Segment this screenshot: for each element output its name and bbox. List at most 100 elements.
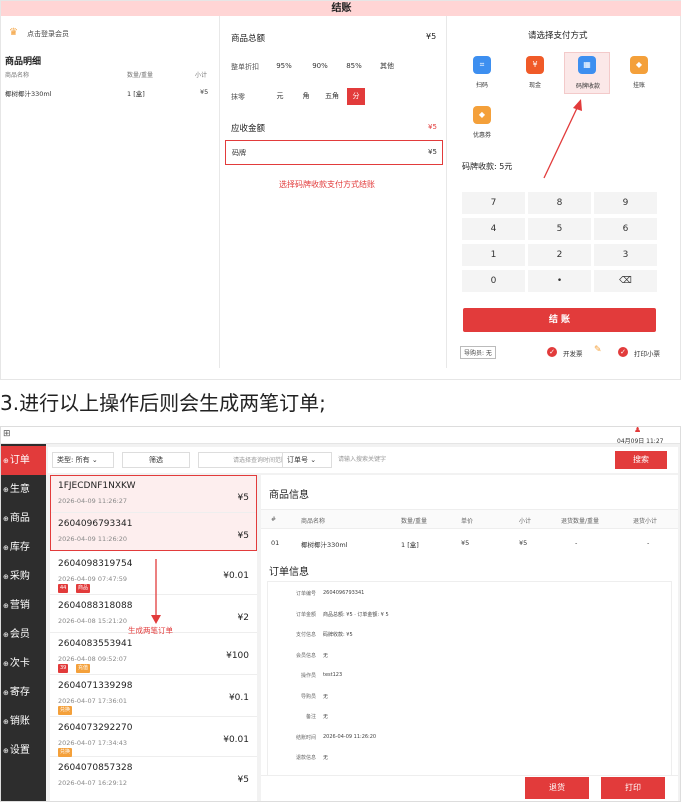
order-amount: ¥100 [226, 651, 249, 661]
discount-85[interactable]: 85% [341, 58, 367, 75]
pay-method-coupon[interactable]: ◆ 优惠券 [462, 104, 502, 144]
order-date: 2026-04-08 09:52:07 [58, 655, 128, 663]
order-list-item[interactable]: 2604096793341 2026-04-09 11:26:20 ¥5 [50, 513, 257, 551]
pay-method-qr-board[interactable]: ▦ 码牌收款 [564, 52, 610, 94]
order-list-item[interactable]: 1FJECDNF1NXKW 2026-04-09 11:26:27 ¥5 [50, 475, 257, 513]
keypad-key[interactable]: • [528, 270, 591, 292]
discount-other[interactable]: 其他 [374, 58, 400, 75]
order-amount: ¥2 [237, 613, 249, 623]
amount-panel: 商品总额 ¥5 整单折扣 95% 90% 85% 其他 抹零 元 角 五角 分 … [221, 16, 447, 368]
order-number: 2604070857328 [58, 763, 133, 773]
sidebar-item[interactable]: ⊕销账 [1, 707, 46, 736]
notification-icon[interactable]: ♟ [634, 427, 641, 434]
invoice-check-icon[interactable]: ✓ [547, 347, 557, 357]
type-filter-label: 类型: 所有 [57, 456, 90, 464]
sidebar-item[interactable]: ⊕订单 [1, 446, 46, 475]
sidebar-item-label: 会员 [9, 629, 30, 640]
step-caption: 3.进行以上操作后则会生成两笔订单; [0, 391, 326, 415]
sidebar-item[interactable]: ⊕次卡 [1, 649, 46, 678]
rounding-fen[interactable]: 分 [347, 88, 365, 105]
sidebar-item-label: 商品 [9, 513, 30, 524]
order-tag: 充值 [76, 664, 91, 673]
chevron-down-icon: ⌄ [91, 456, 98, 464]
sidebar-item-label: 次卡 [9, 658, 30, 669]
keypad-key[interactable]: 3 [594, 244, 657, 266]
pay-amount-text: 码牌收款: 5元 [462, 162, 513, 171]
goods-detail-panel: ♛ 点击登录会员 商品明细 商品名称 数量/重量 小计 椰树椰汁330ml 1 … [1, 16, 220, 368]
order-list-item[interactable]: 2604073292270 2026-04-07 17:34:43 ¥0.01 兑换 [50, 717, 257, 757]
sidebar-item-label: 采购 [9, 571, 30, 582]
order-info-box: 订单编号 2604096793341 订单金额 商品总额: ¥5 · 订单金额: ¥ … [267, 581, 672, 801]
order-detail-panel: 商品信息 # 商品名称 数量/重量 单价 小计 退货数量/重量 退货小计 01 椰树椰汁330m… [261, 475, 678, 801]
order-list-item[interactable]: 2604071339298 2026-04-07 17:36:01 ¥0.1 兑换 [50, 675, 257, 717]
sidebar-item-label: 生意 [9, 484, 30, 495]
print-check-icon[interactable]: ✓ [618, 347, 628, 357]
sidebar-item-label: 订单 [9, 455, 30, 466]
rounding-wujiao[interactable]: 五角 [321, 88, 343, 105]
refund-button[interactable]: 退货 [525, 777, 589, 799]
total-value: ¥5 [426, 32, 437, 41]
order-amount: ¥0.01 [223, 571, 249, 581]
order-list-item[interactable]: 2604083553941 2026-04-08 09:52:07 ¥100 39 充值 [50, 633, 257, 675]
orders-window: ⊞ ♟ 04月09日 11:27 ⊕订单 ⊕生意 ⊕商品 ⊕库存 ⊕采购 ⊕营销 ⊕会员 ⊕次… [0, 426, 681, 802]
order-list-item[interactable]: 2604070857328 2026-04-07 16:29:12 ¥5 [50, 757, 257, 801]
sidebar-item[interactable]: ⊕生意 [1, 475, 46, 504]
sidebar-item[interactable]: ⊕会员 [1, 620, 46, 649]
sidebar-item[interactable]: ⊕设置 [1, 736, 46, 765]
sidebar-item[interactable]: ⊕采购 [1, 562, 46, 591]
keypad-key[interactable]: 1 [462, 244, 525, 266]
filter-button[interactable]: 筛选 [122, 452, 190, 468]
window-topbar: ⊞ ♟ 04月09日 11:27 [1, 427, 680, 445]
goods-cell: - [647, 539, 650, 547]
rounding-yuan[interactable]: 元 [271, 88, 289, 105]
checkout-button[interactable]: 结 账 [463, 308, 656, 332]
order-date: 2026-04-08 15:21:20 [58, 617, 128, 625]
pay-method-cash[interactable]: ¥ 现金 [515, 54, 555, 94]
order-info-label: 会员信息 [295, 652, 316, 659]
order-tag: 兑换 [58, 748, 73, 757]
search-field-select[interactable]: 订单号 ⌄ [282, 452, 332, 468]
print-button[interactable]: 打印 [601, 777, 665, 799]
sidebar-item-label: 库存 [9, 542, 30, 553]
order-info-title: 订单信息 [269, 567, 309, 578]
sidebar-item[interactable]: ⊕商品 [1, 504, 46, 533]
rounding-jiao[interactable]: 角 [297, 88, 315, 105]
discount-90[interactable]: 90% [307, 58, 333, 75]
sidebar-item[interactable]: ⊕库存 [1, 533, 46, 562]
keypad-key[interactable]: ⌫ [594, 270, 657, 292]
sidebar-icon: ⊕ [3, 573, 9, 581]
type-filter[interactable]: 类型: 所有 ⌄ [52, 452, 114, 468]
order-info-label: 导购员 [300, 693, 316, 700]
keypad-key[interactable]: 2 [528, 244, 591, 266]
discount-label: 整单折扣 [231, 63, 259, 71]
pay-method-credit[interactable]: ◆ 挂账 [619, 54, 659, 94]
detail-title: 商品明细 [5, 57, 42, 67]
cashier-select[interactable]: 导购员: 无 [460, 346, 496, 359]
order-date: 2026-04-07 16:29:12 [58, 779, 128, 787]
keypad-key[interactable]: 7 [462, 192, 525, 214]
order-info-value: 商品总额: ¥5 · 订单金额: ¥ 5 [323, 611, 389, 618]
keypad-key[interactable]: 5 [528, 218, 591, 240]
sidebar-item[interactable]: ⊕寄存 [1, 678, 46, 707]
keypad-key[interactable]: 4 [462, 218, 525, 240]
pay-method-label: 扫码 [475, 82, 488, 89]
discount-95[interactable]: 95% [271, 58, 297, 75]
header-qty: 数量/重量 [127, 72, 154, 79]
sidebar-item[interactable]: ⊕营销 [1, 591, 46, 620]
order-list: 1FJECDNF1NXKW 2026-04-09 11:26:27 ¥5 260409… [50, 475, 257, 801]
keypad-key[interactable]: 9 [594, 192, 657, 214]
search-button[interactable]: 搜索 [615, 451, 667, 469]
payment-panel: 请选择支付方式 ⌗ 扫码 ¥ 现金 ▦ 码牌收款 ◆ 挂账 ◆ 优惠券 码牌收款… [448, 16, 676, 368]
tag-icon: ◆ [630, 56, 648, 74]
keypad-key[interactable]: 6 [594, 218, 657, 240]
login-member-link[interactable]: 点击登录会员 [27, 29, 69, 39]
edit-icon[interactable]: ✎ [594, 345, 602, 355]
search-input[interactable]: 请输入搜索关键字 [334, 452, 610, 468]
keypad-key[interactable]: 8 [528, 192, 591, 214]
keypad-key[interactable]: 0 [462, 270, 525, 292]
pay-method-scan[interactable]: ⌗ 扫码 [462, 54, 502, 94]
order-info-label: 退款信息 [295, 755, 316, 761]
order-tag: 商品 [76, 584, 91, 593]
pay-method-label: 挂账 [632, 82, 645, 89]
checkout-dialog: 结账 ♛ 点击登录会员 商品明细 商品名称 数量/重量 小计 椰树椰汁330ml… [0, 0, 681, 380]
